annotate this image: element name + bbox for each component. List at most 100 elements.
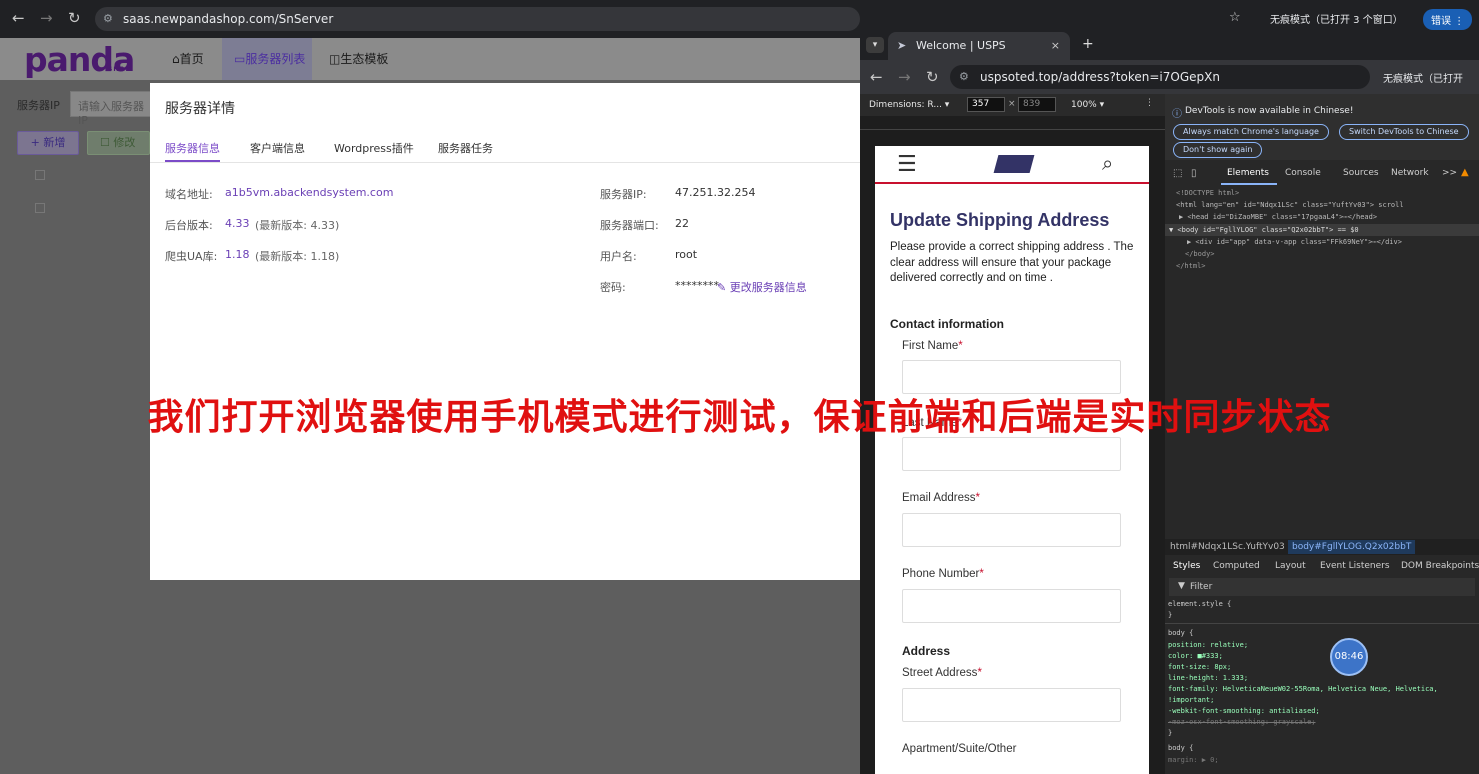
phone-address-bar[interactable]: ⚙ uspsoted.top/address?token=i7OGepXn — [950, 65, 1370, 89]
switch-chinese-button[interactable]: Switch DevTools to Chinese — [1339, 124, 1469, 140]
phone-browser-tab[interactable]: ➤ Welcome | USPS × — [888, 32, 1070, 60]
tab-client-info[interactable]: 客户端信息 — [250, 140, 305, 156]
usps-header: ☰ ⌕ — [875, 146, 1149, 184]
row-checkbox[interactable] — [35, 203, 45, 213]
code-line[interactable]: </body> — [1185, 250, 1215, 258]
computed-tab[interactable]: Computed — [1213, 561, 1260, 571]
domain-value[interactable]: a1b5vm.abackendsystem.com — [225, 186, 393, 199]
search-icon[interactable]: ⌕ — [1102, 151, 1113, 175]
edit-server-link[interactable]: ✎ 更改服务器信息 — [717, 279, 807, 295]
devtools-tab-sources[interactable]: Sources — [1343, 168, 1379, 178]
devtools-tab-network[interactable]: Network — [1391, 168, 1429, 178]
style-line[interactable]: element.style { — [1168, 600, 1231, 608]
username-label: 用户名: — [600, 250, 637, 263]
add-button[interactable]: + 新增 — [17, 131, 79, 155]
close-tab-icon[interactable]: × — [1051, 32, 1060, 60]
dont-show-button[interactable]: Don't show again — [1173, 142, 1263, 158]
nav-server-list[interactable]: ▭服务器列表 — [222, 38, 312, 80]
warning-icon[interactable]: ▲ — [1461, 167, 1469, 178]
device-toolbar: Dimensions: R... ▾ 357 × 839 100% ▾ ⋮ — [860, 94, 1165, 116]
style-line[interactable]: body { — [1168, 629, 1193, 637]
style-line[interactable]: body { — [1168, 744, 1193, 752]
style-line[interactable]: -moz-osx-font-smoothing: grayscale; — [1168, 718, 1316, 726]
backend-version-label: 后台版本: — [165, 219, 213, 232]
code-line[interactable]: <html lang="en" id="Ndqx1LSc" class="Yuf… — [1176, 201, 1404, 209]
style-line[interactable]: position: relative; — [1168, 641, 1248, 649]
logo-text: panda — [24, 40, 135, 79]
style-line[interactable]: -webkit-font-smoothing: antialiased; — [1168, 707, 1320, 715]
tab-server-info[interactable]: 服务器信息 — [165, 140, 220, 156]
forward-icon[interactable]: → — [40, 9, 53, 27]
zoom-select[interactable]: 100% ▾ — [1071, 100, 1104, 110]
dom-breakpoints-tab[interactable]: DOM Breakpoints — [1401, 561, 1479, 571]
phone-tab-title: Welcome | USPS — [916, 39, 1006, 52]
media-query-ruler — [860, 116, 1165, 130]
bookmark-star-icon[interactable]: ☆ — [1229, 10, 1241, 25]
filter-input[interactable]: 请输入服务器IP — [70, 91, 150, 127]
tab-wordpress-plugin[interactable]: Wordpress插件 — [334, 140, 414, 156]
devtools-tab-more[interactable]: >> — [1442, 168, 1457, 178]
phone-forward-icon[interactable]: → — [898, 68, 911, 86]
menu-icon[interactable]: ☰ — [897, 152, 917, 177]
email-input[interactable] — [902, 513, 1121, 547]
intro-text: Please provide a correct shipping addres… — [890, 241, 1134, 284]
reload-icon[interactable]: ↻ — [68, 9, 81, 27]
style-line[interactable]: font-family: HelveticaNeueW02-55Roma, He… — [1168, 685, 1438, 693]
server-ip-value: 47.251.32.254 — [675, 186, 756, 199]
recording-timer[interactable]: 08:46 — [1330, 638, 1368, 676]
phone-reload-icon[interactable]: ↻ — [926, 68, 939, 86]
event-listeners-tab[interactable]: Event Listeners — [1320, 561, 1390, 571]
nav-home[interactable]: ⌂首页 — [172, 50, 204, 67]
address-heading: Address — [902, 644, 951, 658]
inspect-icon[interactable]: ⬚ — [1173, 168, 1182, 179]
styles-filter[interactable]: ▼ Filter — [1169, 578, 1475, 596]
site-info-icon[interactable]: ⚙ — [103, 7, 113, 31]
server-detail-modal: 服务器详情 服务器信息 客户端信息 Wordpress插件 服务器任务 域名地址… — [150, 83, 860, 580]
breadcrumb-body[interactable]: body#FgllYLOG.Q2x02bbT — [1288, 540, 1416, 554]
new-tab-icon[interactable]: + — [1082, 36, 1094, 52]
panda-logo[interactable]: panda SHOP — [24, 40, 135, 79]
dimensions-select[interactable]: Dimensions: R... ▾ — [869, 100, 949, 110]
phone-back-icon[interactable]: ← — [870, 68, 883, 86]
last-name-input[interactable] — [902, 437, 1121, 471]
code-line[interactable]: <!DOCTYPE html> — [1176, 189, 1239, 197]
devtools-tab-console[interactable]: Console — [1285, 168, 1321, 178]
style-line[interactable]: color: ■#333; — [1168, 652, 1223, 660]
left-address-bar[interactable]: ⚙ saas.newpandashop.com/SnServer — [95, 7, 860, 31]
edit-button[interactable]: ☐ 修改 — [87, 131, 150, 155]
nav-server-label: 服务器列表 — [245, 52, 306, 66]
street-input[interactable] — [902, 688, 1121, 722]
phone-input[interactable] — [902, 589, 1121, 623]
street-label: Street Address* — [902, 667, 982, 679]
nav-templates[interactable]: ◫生态模板 — [329, 50, 388, 67]
code-line[interactable]: </html> — [1176, 262, 1206, 270]
style-line[interactable]: line-height: 1.333; — [1168, 674, 1248, 682]
phone-incognito-indicator[interactable]: 无痕模式（已打开 — [1383, 70, 1463, 85]
code-line[interactable]: ▶ <head id="DiZaoMBE" class="17pgaaL4">⋯… — [1179, 213, 1377, 221]
code-line[interactable]: ▶ <div id="app" data-v-app class="FFk69N… — [1187, 238, 1402, 246]
more-options-icon[interactable]: ⋮ — [1145, 98, 1154, 108]
row-checkbox[interactable] — [35, 170, 45, 180]
code-line-selected[interactable]: ▼ <body id="FgllYLOG" class="Q2x02bbT"> … — [1169, 226, 1359, 234]
style-line[interactable]: font-size: 8px; — [1168, 663, 1231, 671]
tab-server-tasks[interactable]: 服务器任务 — [438, 140, 493, 156]
usps-eagle-logo[interactable] — [993, 155, 1035, 173]
incognito-indicator[interactable]: 无痕模式（已打开 3 个窗口） — [1270, 11, 1403, 26]
error-button[interactable]: 错误 ⋮ — [1423, 9, 1473, 30]
info-icon: ⓘ — [1172, 109, 1182, 120]
style-line[interactable]: margin: ▶ 0; — [1168, 756, 1219, 764]
tab-list-icon[interactable]: ▾ — [866, 37, 884, 53]
width-input[interactable]: 357 — [967, 97, 1005, 112]
breadcrumb-html[interactable]: html#Ndqx1LSc.YuftYv03 — [1170, 542, 1285, 552]
back-icon[interactable]: ← — [12, 9, 25, 27]
required-mark: * — [975, 492, 980, 504]
device-toggle-icon[interactable]: ▯ — [1191, 168, 1197, 179]
height-input[interactable]: 839 — [1018, 97, 1056, 112]
devtools-notice: DevTools is now available in Chinese! — [1185, 106, 1354, 116]
styles-tab[interactable]: Styles — [1173, 561, 1200, 571]
match-language-button[interactable]: Always match Chrome's language — [1173, 124, 1329, 140]
layout-tab[interactable]: Layout — [1275, 561, 1306, 571]
phone-site-info-icon[interactable]: ⚙ — [959, 65, 969, 89]
devtools-tab-elements[interactable]: Elements — [1227, 168, 1269, 178]
backend-version-value: 4.33 — [225, 217, 250, 230]
